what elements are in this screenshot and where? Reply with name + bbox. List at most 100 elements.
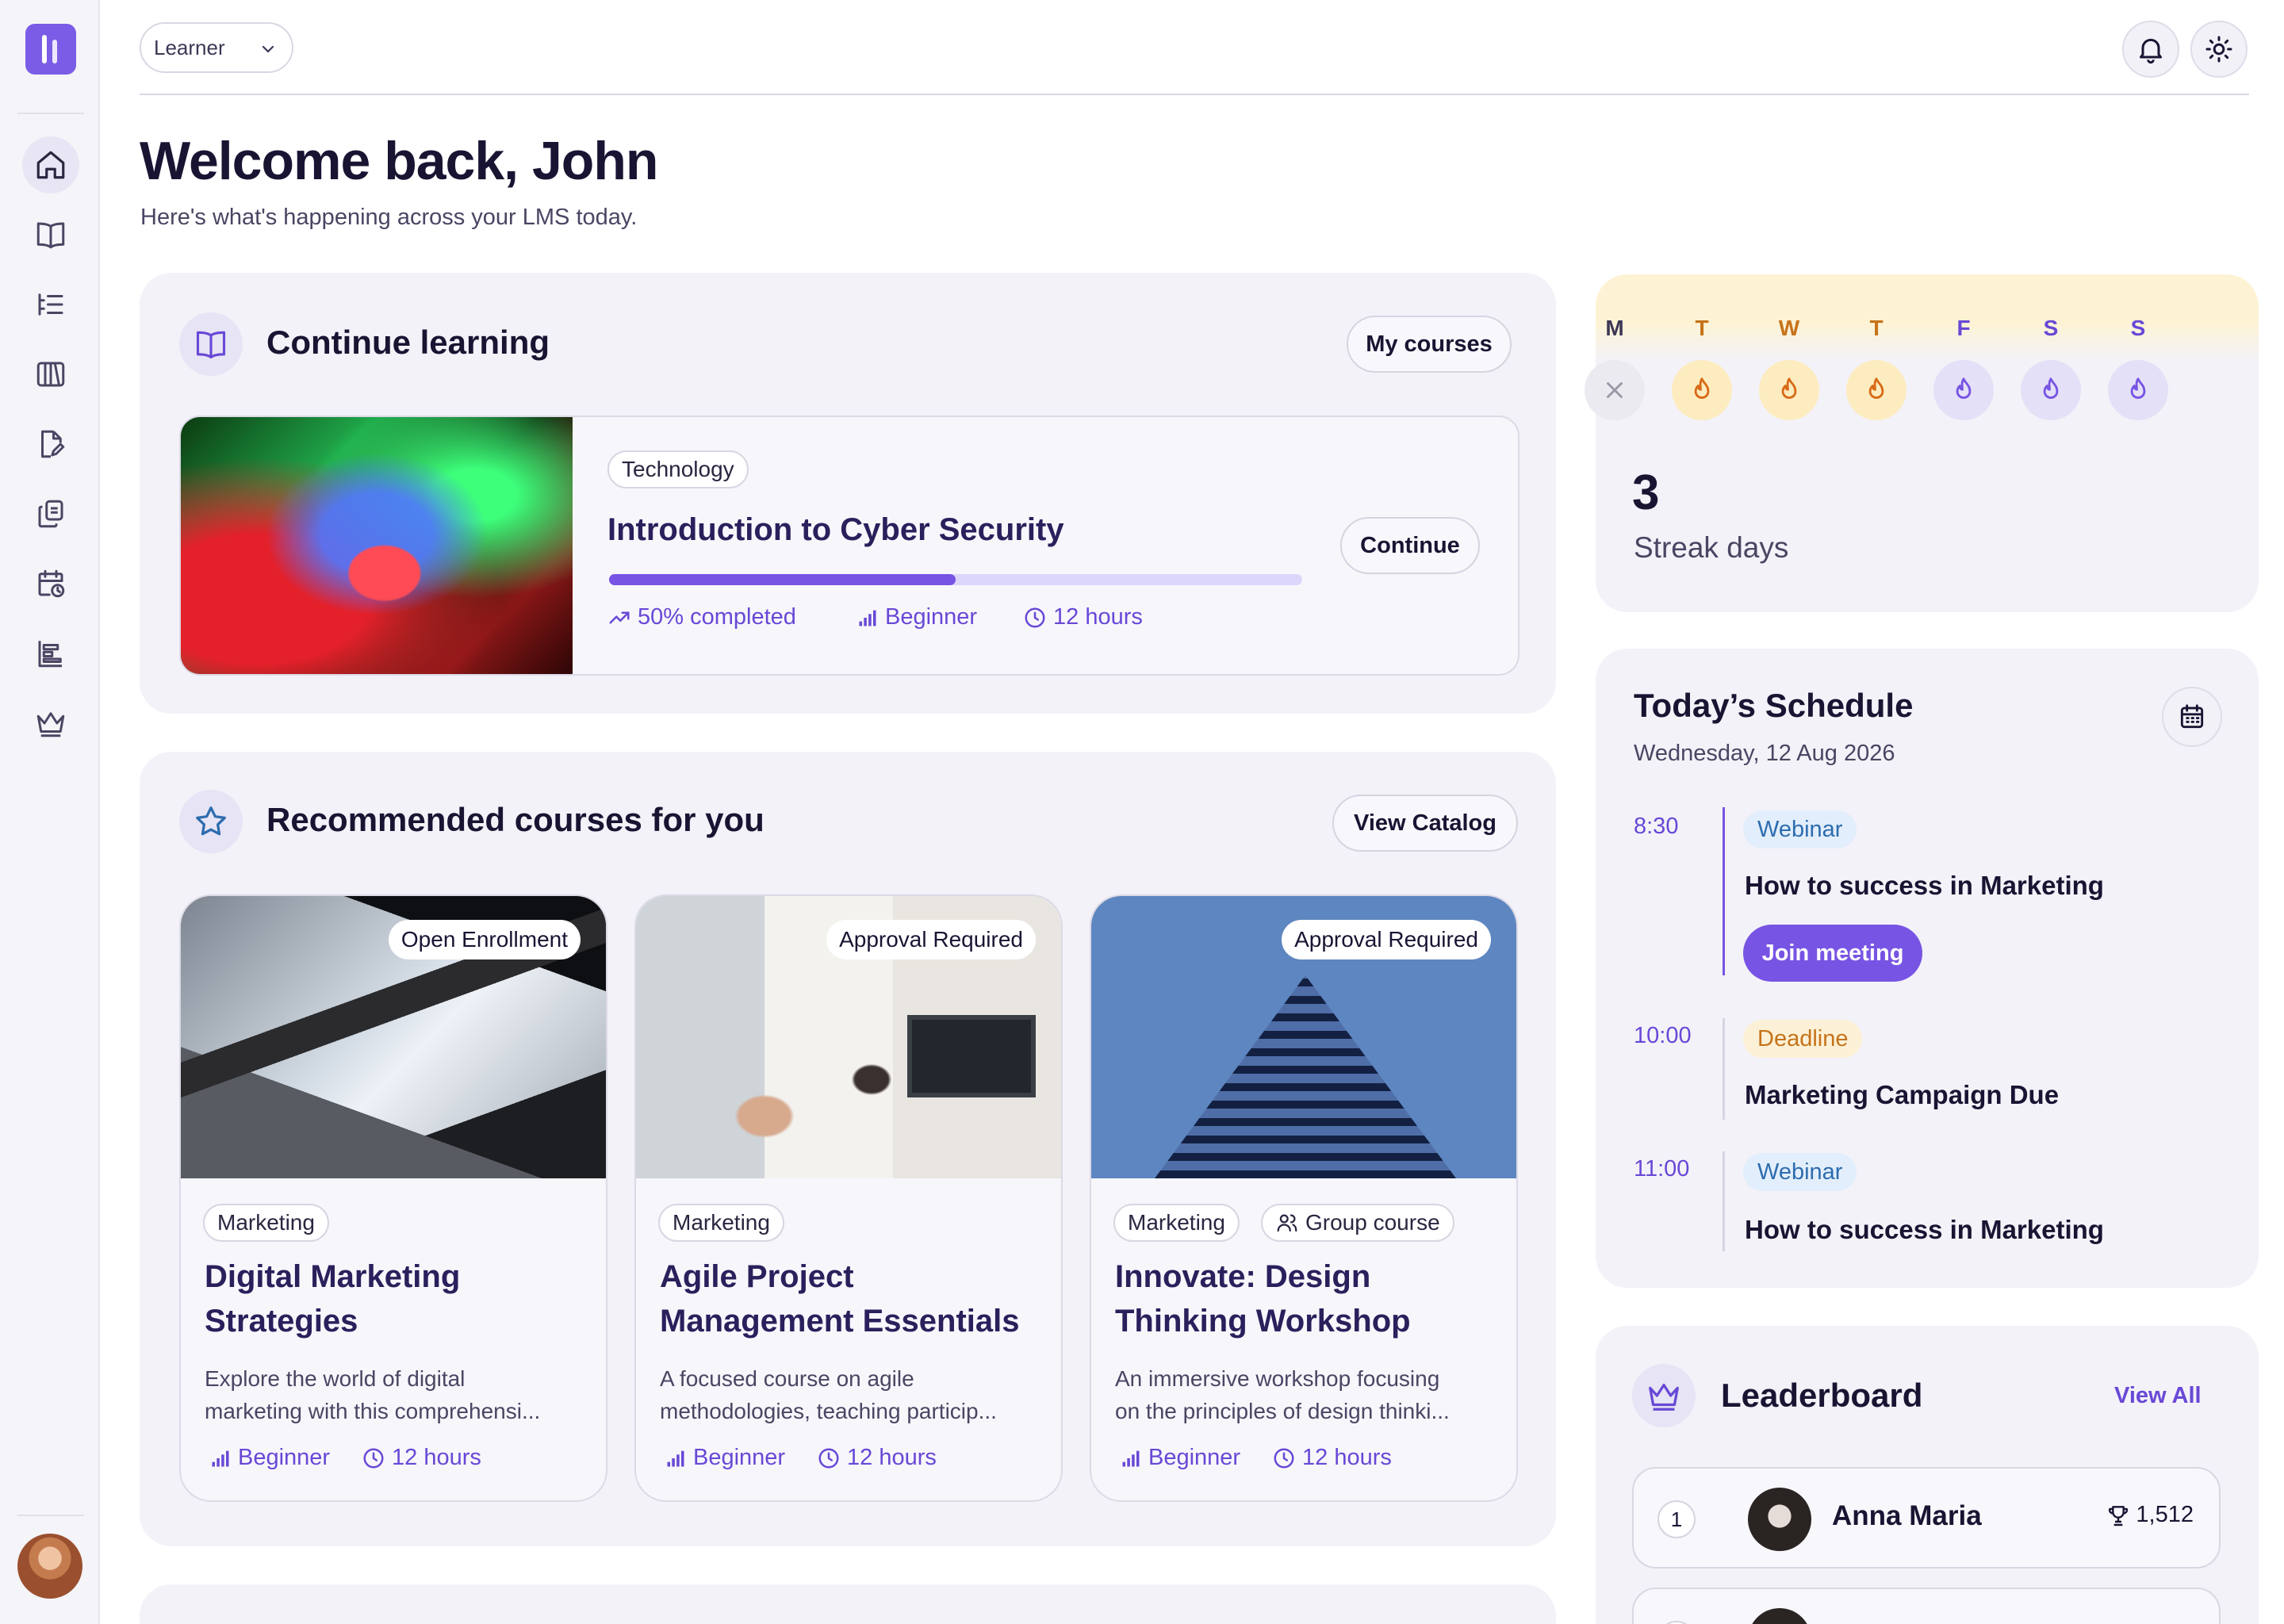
notifications-button[interactable] [2122, 21, 2179, 78]
recommended-title: Recommended courses for you [266, 801, 765, 838]
view-catalog-button[interactable]: View Catalog [1332, 795, 1518, 852]
course-description-line: Explore the world of digital [205, 1366, 466, 1391]
sidebar-item-lists[interactable] [22, 276, 79, 333]
signal-bars-icon [859, 610, 876, 626]
copy-icon [38, 500, 63, 528]
avatar [1748, 1608, 1811, 1624]
streak-day-label: S [2043, 316, 2059, 340]
course-level: Beginner [693, 1445, 786, 1470]
sidebar [0, 0, 100, 1624]
course-level: Beginner [1148, 1445, 1241, 1470]
clock-icon [1274, 1448, 1294, 1468]
user-avatar[interactable] [17, 1534, 82, 1599]
course-title-line: Digital Marketing [205, 1259, 461, 1294]
course-progress-bar [609, 574, 1302, 585]
flame-icon [2108, 360, 2168, 420]
course-description: An immersive workshop focusing on the pr… [1115, 1362, 1504, 1427]
sidebar-item-library[interactable] [22, 346, 79, 403]
book-icon [196, 331, 226, 359]
clock-icon [818, 1448, 839, 1468]
course-title-line: Management Essentials [660, 1304, 1020, 1339]
clock-icon [1025, 607, 1045, 627]
sidebar-divider [17, 1515, 84, 1516]
calendar-button[interactable] [2162, 687, 2222, 747]
my-courses-button[interactable]: My courses [1347, 316, 1512, 373]
sidebar-item-leaderboard[interactable] [22, 695, 79, 752]
course-category-tag: Marketing [203, 1204, 329, 1242]
next-panel [140, 1584, 1556, 1624]
course-description: Explore the world of digital marketing w… [205, 1362, 593, 1427]
course-level-meta: Beginner [665, 1445, 785, 1471]
rank-badge [1657, 1621, 1696, 1624]
home-icon [36, 151, 65, 179]
enrollment-badge: Approval Required [826, 920, 1036, 959]
sidebar-item-reports[interactable] [22, 625, 79, 682]
sidebar-item-assignments[interactable] [22, 416, 79, 473]
continue-button[interactable]: Continue [1340, 517, 1480, 574]
course-duration-meta: 12 hours [362, 1445, 481, 1471]
join-meeting-button[interactable]: Join meeting [1743, 925, 1922, 982]
course-progress-fill [609, 574, 956, 585]
document-edit-icon [41, 430, 65, 458]
score-value: 1,512 [2136, 1502, 2194, 1527]
flame-icon [2021, 360, 2081, 420]
course-level: Beginner [238, 1445, 331, 1470]
course-description-line: A focused course on agile [660, 1366, 914, 1391]
flame-icon [1846, 360, 1907, 420]
course-card[interactable]: Open Enrollment Marketing Digital Market… [179, 894, 607, 1502]
calendar-icon [2180, 704, 2204, 729]
app-logo[interactable] [25, 24, 76, 75]
missed-day-icon [1585, 360, 1645, 420]
course-duration-meta: 12 hours [1272, 1445, 1392, 1471]
sidebar-item-courses[interactable] [22, 206, 79, 263]
course-description-line: marketing with this comprehensi... [205, 1399, 541, 1423]
course-title-line: Thinking Workshop [1115, 1304, 1411, 1339]
sidebar-item-schedule[interactable] [22, 555, 79, 612]
view-all-link[interactable]: View All [2114, 1383, 2202, 1409]
course-duration: 12 hours [1053, 604, 1143, 630]
course-card[interactable]: Approval Required Marketing Agile Projec… [634, 894, 1063, 1502]
streak-count: 3 [1632, 465, 1660, 520]
star-icon [196, 806, 226, 836]
schedule-date: Wednesday, 12 Aug 2026 [1634, 741, 1895, 766]
course-level: Beginner [885, 604, 978, 630]
leaderboard-icon-wrap [1632, 1364, 1696, 1427]
course-duration-meta: 12 hours [1023, 604, 1143, 630]
event-timeline [1723, 1018, 1725, 1120]
continue-learning-title: Continue learning [266, 324, 550, 361]
signal-bars-icon [667, 1450, 684, 1466]
course-category-tag: Technology [607, 450, 749, 488]
group-course-label: Group course [1305, 1210, 1440, 1235]
streak-day-label: T [1869, 316, 1884, 340]
leaderboard-row[interactable] [1632, 1588, 2221, 1624]
course-level-meta: Beginner [856, 604, 977, 630]
streak-day-label: F [1956, 316, 1971, 340]
course-duration: 12 hours [1302, 1445, 1392, 1470]
course-title[interactable]: Introduction to Cyber Security [607, 512, 1064, 548]
event-title: How to success in Marketing [1745, 1215, 2104, 1244]
bell-icon [2140, 38, 2162, 64]
course-title-line: Innovate: Design [1115, 1259, 1371, 1294]
course-level-meta: Beginner [209, 1445, 330, 1471]
theme-toggle-button[interactable] [2190, 21, 2248, 78]
schedule-title: Today’s Schedule [1634, 687, 1914, 724]
page-title: Welcome back, John [140, 131, 658, 191]
leaderboard-row[interactable]: 1 Anna Maria 1,512 [1632, 1467, 2221, 1568]
rank-badge: 1 [1657, 1500, 1696, 1538]
course-card[interactable]: Approval Required Marketing Group course… [1090, 894, 1518, 1502]
page-subtitle: Here's what's happening across your LMS … [140, 205, 638, 230]
avatar [1748, 1488, 1811, 1551]
event-time: 10:00 [1634, 1023, 1692, 1048]
enrollment-badge: Open Enrollment [388, 920, 581, 959]
flame-icon [1933, 360, 1994, 420]
course-thumbnail [181, 417, 573, 674]
sidebar-item-resources[interactable] [22, 485, 79, 542]
flame-icon [1759, 360, 1819, 420]
event-time: 8:30 [1634, 814, 1679, 839]
leaderboard-title: Leaderboard [1721, 1377, 1923, 1414]
library-icon [36, 362, 65, 387]
course-title-line: Strategies [205, 1304, 358, 1339]
role-select[interactable]: Learner [140, 22, 293, 73]
role-select-value: Learner [154, 35, 225, 59]
sidebar-item-home[interactable] [22, 136, 79, 193]
